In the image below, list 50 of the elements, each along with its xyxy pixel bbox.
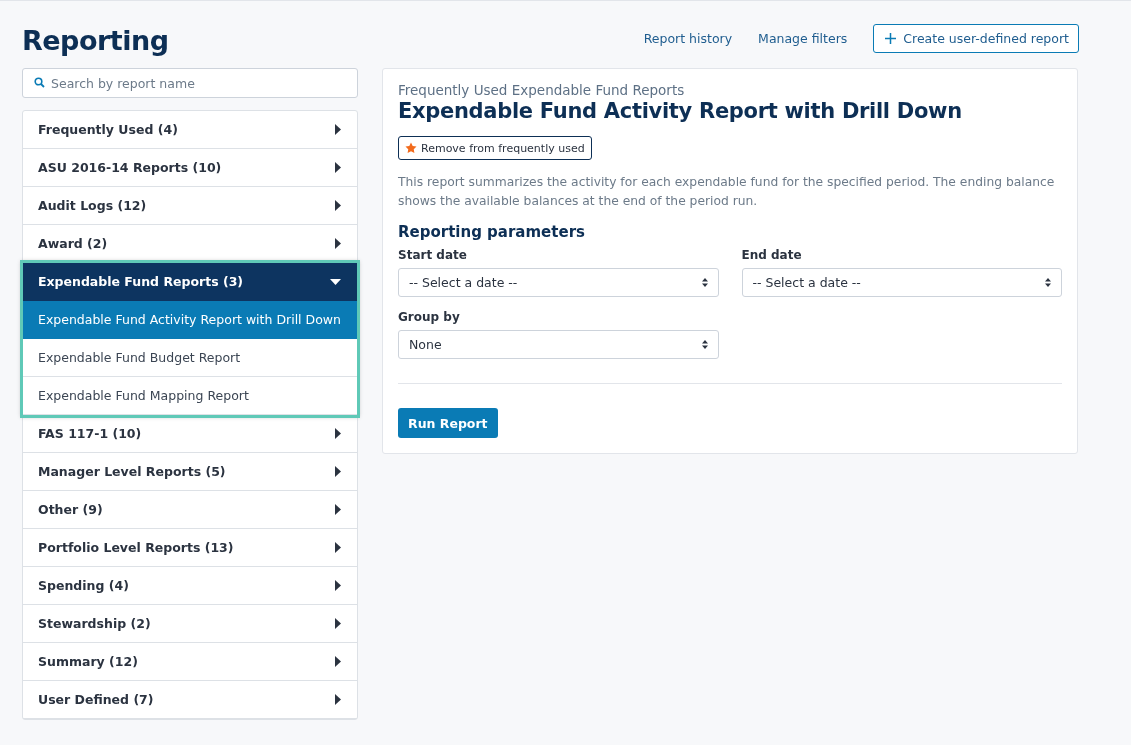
report-item[interactable]: Expendable Fund Budget Report [23,339,357,377]
page-title: Reporting [22,23,169,56]
caret-right-icon [335,618,341,629]
category-item[interactable]: User Defined (7) [23,681,357,719]
category-item[interactable]: Other (9) [23,491,357,529]
section-heading: Reporting parameters [398,223,586,241]
caret-right-icon [335,504,341,515]
caret-right-icon [335,124,341,135]
category-item[interactable]: Frequently Used (4) [23,111,357,149]
caret-right-icon [335,466,341,477]
category-item[interactable]: Audit Logs (12) [23,187,357,225]
report-item[interactable]: Expendable Fund Mapping Report [23,377,357,415]
caret-right-icon [335,428,341,439]
category-item[interactable]: Summary (12) [23,643,357,681]
report-description: This report summarizes the activity for each expendable fund for the specified period. The ending balance shows the available balances at the end of the period run. [398,174,1056,210]
caret-right-icon [335,656,341,667]
category-item[interactable]: Manager Level Reports (5) [23,453,357,491]
caret-right-icon [335,200,341,211]
sort-arrows-icon [1045,278,1051,287]
search-field[interactable]: Search by report name [22,68,358,98]
field-label: End date [741,248,803,262]
field-label: Group by [398,310,461,324]
select-field[interactable]: None [398,330,719,359]
create-report-button[interactable]: Create user-defined report [873,23,1079,53]
caret-down-icon [330,278,341,285]
plus-icon [885,32,897,44]
category-item[interactable]: Stewardship (2) [23,605,357,643]
caret-right-icon [335,542,341,553]
header-link[interactable]: Report history [643,30,733,46]
header-link[interactable]: Manage filters [758,30,848,46]
category-item[interactable]: ASU 2016-14 Reports (10) [23,149,357,187]
report-category: Frequently Used Expendable Fund Reports [398,82,686,98]
caret-right-icon [335,238,341,249]
run-report-button[interactable]: Run Report [398,408,498,438]
field-label: Start date [398,248,468,262]
select-field[interactable]: -- Select a date -- [741,268,1062,297]
remove-favorite-button[interactable]: Remove from frequently used [398,136,592,160]
caret-right-icon [335,580,341,591]
report-title: Expendable Fund Activity Report with Drill Down [398,99,963,123]
caret-right-icon [335,694,341,705]
report-item[interactable]: Expendable Fund Activity Report with Drill Down [23,301,357,339]
sort-arrows-icon [701,278,708,287]
category-item[interactable]: Portfolio Level Reports (13) [23,529,357,567]
caret-right-icon [335,162,341,173]
star-icon [405,142,417,154]
category-item[interactable]: Spending (4) [23,567,357,605]
category-item[interactable]: Expendable Fund Reports (3) [23,263,357,301]
sort-arrows-icon [701,340,708,349]
category-item[interactable]: FAS 117-1 (10) [23,415,357,453]
select-field[interactable]: -- Select a date -- [398,268,719,297]
